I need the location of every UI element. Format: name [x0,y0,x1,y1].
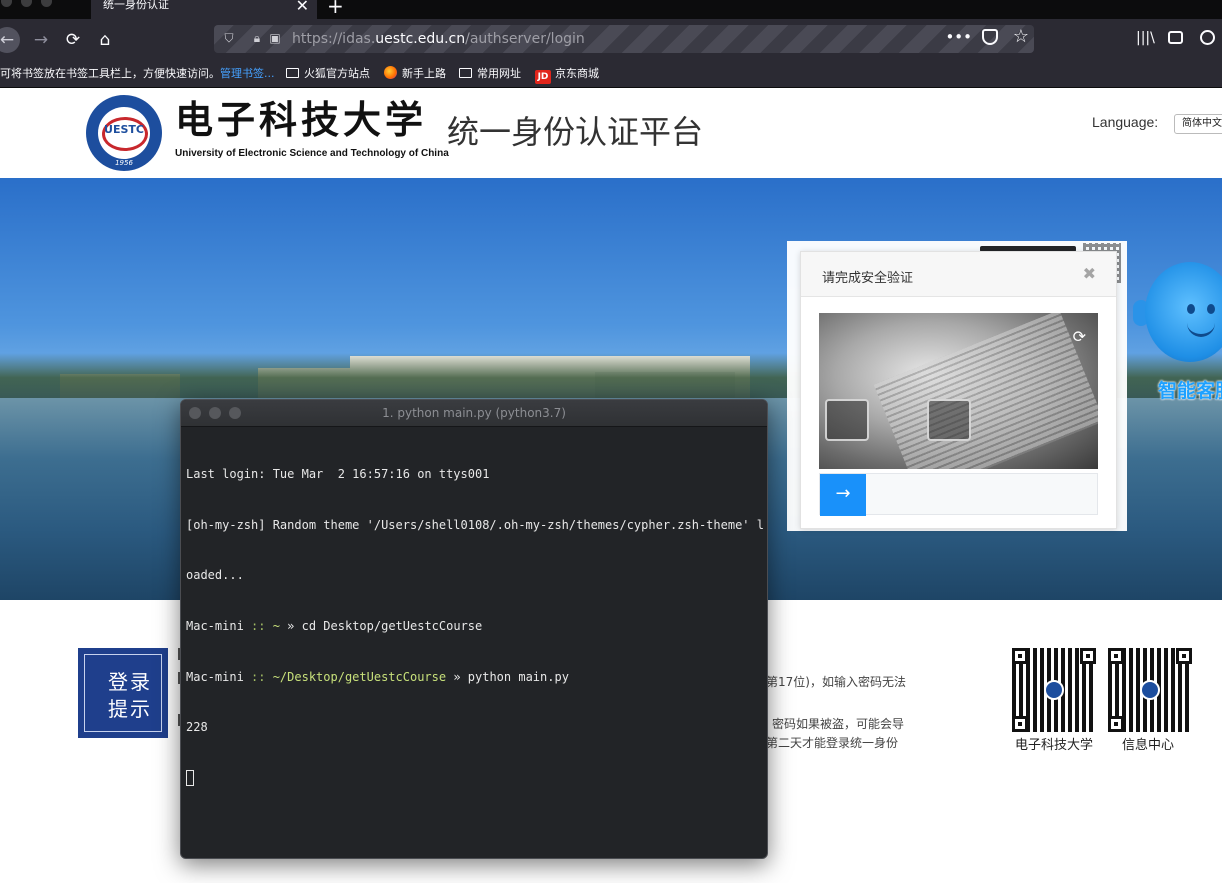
university-seal-logo: UESTC 1956 [86,95,162,171]
window-zoom-control[interactable] [41,0,52,7]
folder-icon [286,68,299,78]
reload-button[interactable]: ⟳ [60,27,86,53]
captcha-slider-track[interactable]: → [819,473,1098,516]
bookmarks-toolbar: 可将书签放在书签工具栏上，方便快速访问。 管理书签... 火狐官方站点 新手上路… [0,61,1222,88]
terminal-titlebar[interactable]: 1. python main.py (python3.7) [181,400,767,427]
puzzle-target-slot [927,399,971,441]
bookmark-star-icon[interactable]: ☆ [1013,27,1029,47]
tracking-shield-icon[interactable]: ⛉ [222,31,236,45]
home-button[interactable]: ⌂ [92,27,118,53]
bookmark-label: 京东商城 [555,67,599,80]
url-path: /authserver/login [465,31,585,47]
prompt-host: Mac-mini [186,669,244,684]
language-label: Language: [1092,114,1159,130]
refresh-icon[interactable]: ⟳ [1073,327,1086,346]
bookmarks-hint: 可将书签放在书签工具栏上，方便快速访问。 [0,67,220,80]
prompt-arrow: » [446,669,468,684]
prompt-host: Mac-mini [186,618,244,633]
prompt-separator: :: [243,669,273,684]
smart-assistant[interactable]: 智能客服 [1133,262,1222,402]
captcha-image: ⟳ [819,313,1098,469]
back-button[interactable]: ← [0,27,20,53]
jd-icon: JD [535,70,551,84]
url-text[interactable]: https://idas.uestc.edu.cn/authserver/log… [292,31,585,47]
prompt-command: cd Desktop/getUestcCourse [301,618,483,633]
tip-text: 密码如果被盗，可能会导 [772,717,905,731]
tab-title: 统一身份认证 [103,0,169,11]
terminal-line: [oh-my-zsh] Random theme '/Users/shell01… [186,517,764,532]
bookmark-common-sites[interactable]: 常用网址 [459,66,521,82]
qr-code-university [1012,648,1096,732]
window-minimize-control[interactable] [21,0,32,7]
prompt-separator: :: [243,618,273,633]
qr-caption: 电子科技大学 [1015,738,1094,753]
seal-year: 1956 [115,159,133,167]
robot-icon [1145,262,1222,362]
bookmark-label: 新手上路 [402,67,446,80]
qr-caption: 信息中心 [1122,738,1175,753]
new-tab-button[interactable]: + [327,0,344,16]
library-icon[interactable]: |||\ [1136,30,1155,46]
prompt-path: ~/Desktop/getUestcCourse [272,669,447,684]
terminal-line: oaded... [186,568,244,583]
puzzle-piece [825,399,869,441]
terminal-prompt-line: Mac-mini :: ~ » cd Desktop/getUestcCours… [186,618,762,635]
slider-handle[interactable]: → [820,474,866,516]
university-name-cn: 电子科技大学 [175,97,428,142]
page-actions-icon[interactable]: ••• [945,28,972,46]
tab-active[interactable]: 统一身份认证 ✕ [91,0,317,19]
captcha-dialog: 请完成安全验证 ✖ ⟳ → [800,251,1117,529]
university-name-en: University of Electronic Science and Tec… [175,148,449,159]
prompt-path: ~ [272,618,280,633]
qr-logo-icon [1044,680,1064,700]
terminal-output[interactable]: Last login: Tue Mar 2 16:57:16 on ttys00… [186,432,764,821]
terminal-line: Last login: Tue Mar 2 16:57:16 on ttys00… [186,466,490,481]
tab-close-icon[interactable]: ✕ [296,0,309,15]
prompt-arrow: » [279,618,302,633]
seal-text: UESTC [104,123,144,136]
folder-icon [459,68,472,78]
page-title: 统一身份认证平台 [447,113,704,151]
language-select[interactable]: 简体中文 [1174,114,1222,134]
terminal-prompt-line: Mac-mini :: ~/Desktop/getUestcCourse » p… [186,669,762,686]
pocket-icon[interactable] [982,29,998,45]
terminal-title: 1. python main.py (python3.7) [382,406,566,420]
window-close-control[interactable] [1,0,12,7]
prompt-command: python main.py [467,669,569,684]
captcha-header: 请完成安全验证 ✖ [801,252,1116,297]
tip-text: 第二天才能登录统一身份 [766,736,899,750]
qr-code-infocenter [1108,648,1192,732]
login-tip-icon: 登录 提示 [78,648,168,738]
url-prefix: https://idas. [292,31,376,47]
qr-logo-icon [1140,680,1160,700]
navigation-bar: ← → ⟳ ⌂ ⛉ 🔒︎ ▣ https://idas.uestc.edu.cn… [0,19,1222,61]
captcha-background-paper [873,313,1098,469]
terminal-window[interactable]: 1. python main.py (python3.7) Last login… [180,399,768,859]
permissions-icon[interactable]: ▣ [268,31,282,45]
close-icon[interactable]: ✖ [1083,264,1096,283]
login-tip-label: 登录 提示 [108,670,152,721]
terminal-cursor-line [186,770,762,787]
bookmark-label: 常用网址 [477,67,521,80]
url-domain: uestc.edu.cn [375,31,466,47]
forward-button[interactable]: → [28,27,54,53]
bookmark-label: 火狐官方站点 [304,67,370,80]
sidebar-icon[interactable] [1168,31,1183,44]
bookmark-getting-started[interactable]: 新手上路 [384,66,446,82]
lock-icon[interactable]: 🔒︎ [250,31,264,45]
assistant-label: 智能客服 [1158,380,1222,402]
captcha-title: 请完成安全验证 [822,271,914,286]
terminal-line: 228 [186,720,208,735]
bookmark-jd-mall[interactable]: JD 京东商城 [535,66,599,84]
terminal-cursor [186,770,194,787]
account-icon[interactable] [1200,30,1215,45]
bookmark-firefox-site[interactable]: 火狐官方站点 [286,66,370,82]
manage-bookmarks-link[interactable]: 管理书签... [220,66,275,82]
tab-bar: 统一身份认证 ✕ + [0,0,1222,19]
tip-text: 第17位)，如输入密码无法 [766,675,906,689]
page-header: UESTC 1956 电子科技大学 University of Electron… [0,88,1222,178]
address-bar[interactable]: ⛉ 🔒︎ ▣ https://idas.uestc.edu.cn/authser… [214,25,1034,53]
firefox-icon [384,66,397,79]
